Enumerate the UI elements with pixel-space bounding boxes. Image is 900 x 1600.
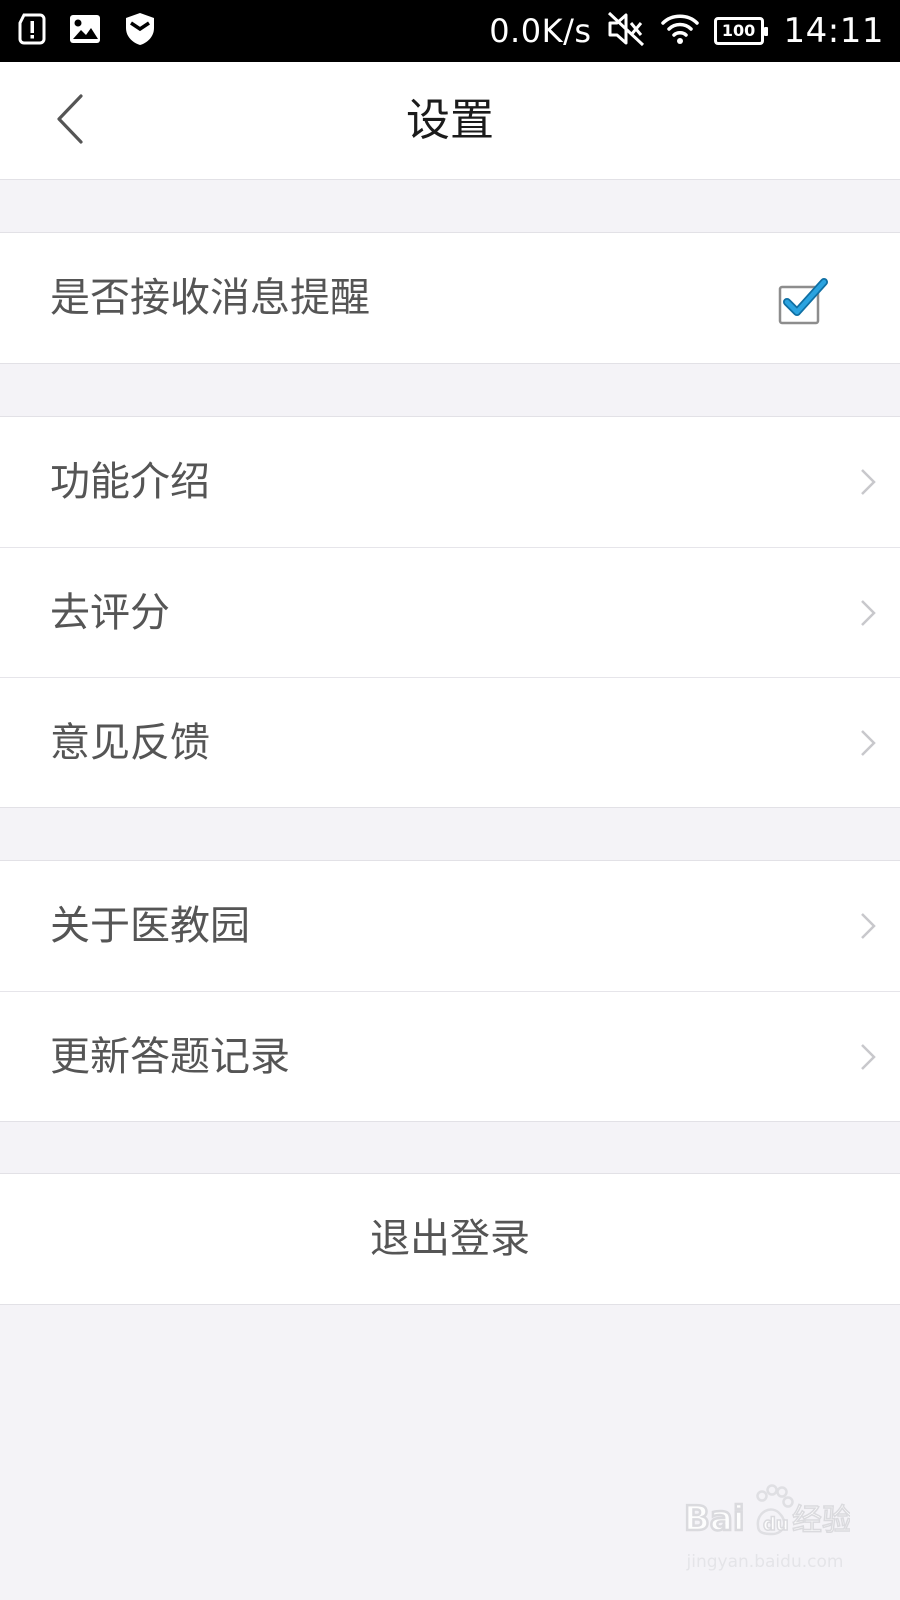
list-item-feedback[interactable]: 意见反馈 <box>0 677 900 807</box>
list-item-label: 更新答题记录 <box>50 1034 290 1080</box>
logout-button[interactable]: 退出登录 <box>0 1174 900 1304</box>
list-item-label: 关于医教园 <box>50 903 250 949</box>
list-item-rate[interactable]: 去评分 <box>0 547 900 677</box>
baidu-jingyan-watermark: Bai du 经验 jingyan.baidu.com <box>680 1482 853 1582</box>
clock: 14:11 <box>783 11 884 51</box>
chevron-right-icon <box>861 729 876 756</box>
image-icon <box>68 13 102 49</box>
chevron-right-icon <box>861 469 876 495</box>
list-item-about[interactable]: 关于医教园 <box>0 861 900 991</box>
logout-label: 退出登录 <box>370 1216 530 1262</box>
watermark-url: jingyan.baidu.com <box>686 1552 844 1572</box>
shield-icon <box>124 11 156 51</box>
chevron-right-icon <box>861 913 876 939</box>
app-header: 设置 <box>0 62 900 180</box>
wifi-icon <box>660 12 700 50</box>
battery-level: 100 <box>721 21 756 40</box>
notification-checkbox[interactable] <box>778 277 832 325</box>
chevron-right-icon <box>861 1043 876 1070</box>
baidu-jingyan-logo: Bai du 经验 <box>683 1484 853 1540</box>
about-group: 关于医教园 更新答题记录 <box>0 860 900 1122</box>
notification-label: 是否接收消息提醒 <box>50 275 370 321</box>
logout-group: 退出登录 <box>0 1173 900 1305</box>
battery-icon: 100 <box>713 17 768 45</box>
list-item-label: 去评分 <box>50 590 170 636</box>
info-group: 功能介绍 去评分 意见反馈 <box>0 416 900 808</box>
svg-text:du: du <box>763 1514 789 1535</box>
notification-row[interactable]: 是否接收消息提醒 <box>0 233 900 363</box>
notification-group: 是否接收消息提醒 <box>0 232 900 364</box>
mute-icon <box>606 10 646 52</box>
alert-card-icon <box>18 13 46 49</box>
status-bar-system: 0.0K/s 100 14:11 <box>489 0 884 62</box>
net-speed: 0.0K/s <box>489 12 592 50</box>
svg-text:Bai: Bai <box>684 1499 745 1539</box>
svg-text:经验: 经验 <box>792 1503 850 1538</box>
status-bar: 0.0K/s 100 14:11 <box>0 0 900 62</box>
list-item-intro[interactable]: 功能介绍 <box>0 417 900 547</box>
list-item-label: 意见反馈 <box>50 720 210 766</box>
page-title: 设置 <box>406 95 494 146</box>
status-bar-notifications <box>18 12 156 50</box>
list-item-label: 功能介绍 <box>50 459 210 505</box>
list-item-update-records[interactable]: 更新答题记录 <box>0 991 900 1121</box>
chevron-right-icon <box>861 599 876 626</box>
